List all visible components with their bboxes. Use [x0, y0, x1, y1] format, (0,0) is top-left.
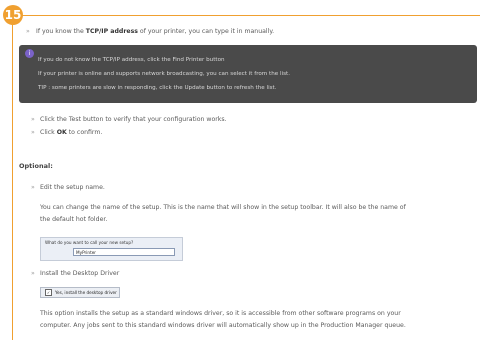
install-driver-text: Install the Desktop Driver: [40, 270, 120, 277]
setup-name-dialog: What do you want to call your new setup?…: [40, 237, 183, 261]
left-divider: [12, 22, 13, 340]
note-line-3: TIP : some printers are slow in respondi…: [38, 85, 277, 91]
note-line-2: If your printer is online and supports n…: [38, 71, 290, 77]
edit-desc-line-2: the default hot folder.: [40, 216, 108, 223]
checkbox-checked-icon: ✓: [45, 289, 52, 296]
note-line-1: If you do not know the TCP/IP address, c…: [38, 57, 225, 63]
bullet-icon: »: [26, 28, 30, 35]
checkbox-label: Yes, install the desktop driver: [55, 290, 117, 295]
driver-desc-line-2: computer. Any jobs sent to this standard…: [40, 322, 406, 329]
bullet-icon: »: [31, 184, 35, 191]
intro-text: If you know the TCP/IP address of your p…: [36, 28, 275, 35]
optional-heading: Optional:: [19, 162, 53, 170]
note-box: i If you do not know the TCP/IP address,…: [19, 45, 477, 103]
step-test-text: Click the Test button to verify that you…: [40, 116, 227, 123]
step-number-badge: 15: [3, 5, 23, 25]
info-icon: i: [25, 49, 34, 58]
dialog-prompt: What do you want to call your new setup?: [45, 240, 134, 245]
bullet-icon: »: [31, 270, 35, 277]
driver-desc-line-1: This option installs the setup as a stan…: [40, 310, 401, 317]
install-driver-checkbox[interactable]: ✓ Yes, install the desktop driver: [40, 287, 120, 298]
step-ok-text: Click OK to confirm.: [40, 129, 103, 136]
top-divider: [18, 15, 480, 16]
edit-desc-line-1: You can change the name of the setup. Th…: [40, 204, 406, 211]
bullet-icon: »: [31, 116, 35, 123]
setup-name-input[interactable]: MyPrinter: [73, 248, 175, 256]
bullet-icon: »: [31, 129, 35, 136]
edit-setup-name-text: Edit the setup name.: [40, 184, 105, 191]
